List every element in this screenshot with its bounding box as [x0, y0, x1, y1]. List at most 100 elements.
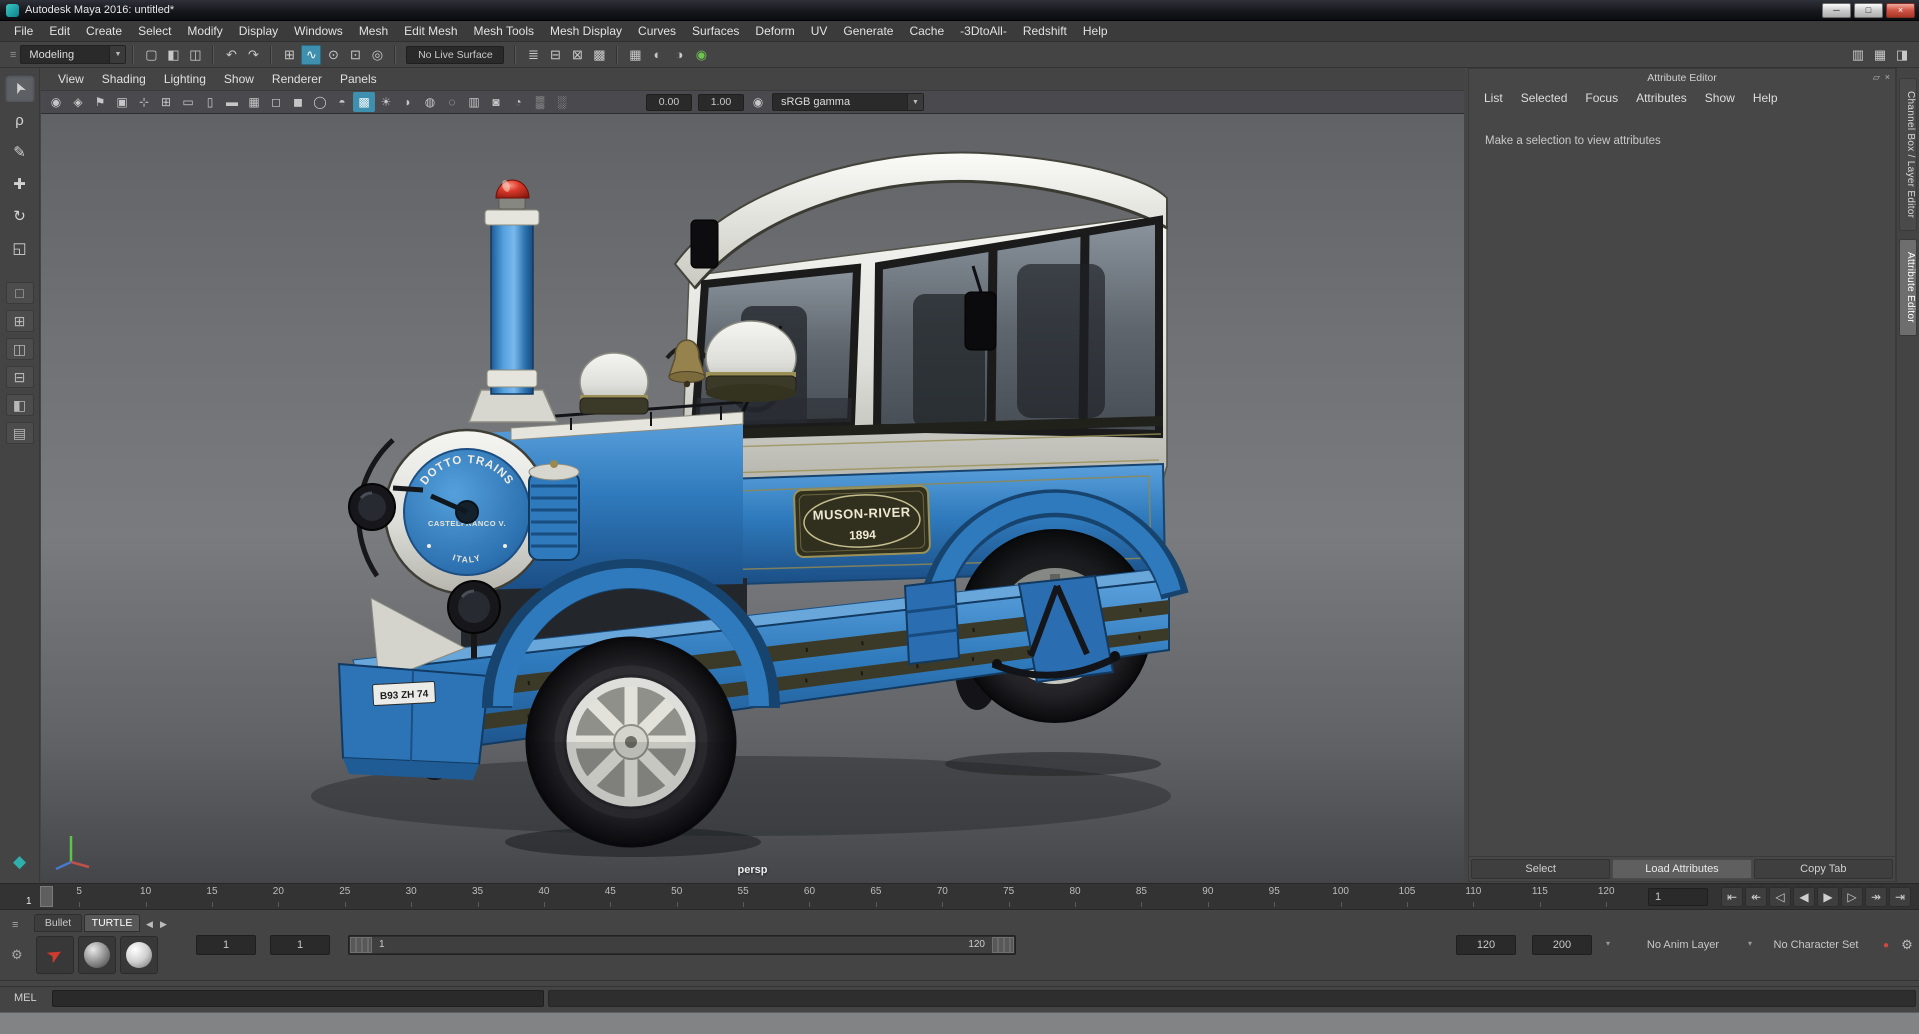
- shelf-next-icon[interactable]: ▶: [160, 919, 167, 930]
- render-view-icon[interactable]: ▦: [625, 45, 645, 65]
- character-set-select[interactable]: No Character Set: [1760, 935, 1872, 955]
- shelf-tab-turtle[interactable]: TURTLE: [84, 914, 140, 932]
- shelf-item-material-light[interactable]: [120, 936, 158, 974]
- menu-item[interactable]: Edit: [41, 21, 78, 42]
- play-forward-button[interactable]: ▷: [1841, 887, 1863, 907]
- menu-item[interactable]: Generate: [835, 21, 901, 42]
- menu-item[interactable]: Modify: [179, 21, 230, 42]
- undo-icon[interactable]: ↶: [221, 45, 241, 65]
- select-button[interactable]: Select: [1471, 859, 1611, 879]
- attribute-editor-menu-item[interactable]: Show: [1696, 91, 1744, 105]
- grab-handle-icon[interactable]: ≡: [10, 49, 16, 61]
- shelf-gear-icon[interactable]: ⚙: [11, 947, 23, 963]
- attribute-editor-menu-item[interactable]: Focus: [1576, 91, 1627, 105]
- float-panel-icon[interactable]: ▱: [1873, 72, 1880, 83]
- exposure-field[interactable]: 0.00: [646, 93, 692, 111]
- attribute-editor-menu-item[interactable]: List: [1475, 91, 1512, 105]
- command-results-field[interactable]: [548, 990, 1916, 1007]
- menu-item[interactable]: Mesh Tools: [466, 21, 542, 42]
- time-slider[interactable]: 5 10 15 20 25 30 35 40 45 50 55 60 65 70 75 80 85 90 95 100…: [0, 883, 1919, 910]
- move-tool-icon[interactable]: ✚: [5, 170, 35, 198]
- menu-item[interactable]: Display: [231, 21, 286, 42]
- ao-icon[interactable]: ◍: [419, 92, 441, 112]
- no-live-surface-field[interactable]: No Live Surface: [406, 45, 505, 64]
- shelf-item-material-dark[interactable]: [78, 936, 116, 974]
- shelf-item-bullet[interactable]: ➤: [36, 936, 74, 974]
- outputs-icon[interactable]: ⊠: [567, 45, 587, 65]
- panel-menu-item[interactable]: Shading: [93, 72, 155, 86]
- render-settings-icon[interactable]: ◑: [669, 45, 689, 65]
- save-scene-icon[interactable]: ◫: [185, 45, 205, 65]
- panel-menu-item[interactable]: View: [49, 72, 93, 86]
- anim-layer-dropdown-icon[interactable]: ▾: [1606, 939, 1610, 948]
- ipr-render-icon[interactable]: ◐: [647, 45, 667, 65]
- shaded-mode-icon[interactable]: ◓: [331, 92, 353, 112]
- menu-item[interactable]: Redshift: [1015, 21, 1075, 42]
- joint-xray-icon[interactable]: ░: [551, 92, 573, 112]
- make-live-icon[interactable]: ◎: [367, 45, 387, 65]
- step-forward-key-button[interactable]: ↠: [1865, 887, 1887, 907]
- tab-channel-box[interactable]: Channel Box / Layer Editor: [1899, 78, 1917, 232]
- menu-item[interactable]: File: [6, 21, 41, 42]
- rotate-tool-icon[interactable]: ↻: [5, 202, 35, 230]
- playback-start-field[interactable]: 1: [270, 935, 330, 955]
- layout-outliner-icon[interactable]: ◧: [5, 394, 34, 416]
- step-forward-frame-button[interactable]: ▶: [1817, 887, 1839, 907]
- menu-set-select[interactable]: Modeling ▼: [20, 45, 127, 64]
- attribute-editor-menu-item[interactable]: Help: [1744, 91, 1787, 105]
- render-current-frame-icon[interactable]: ◉: [691, 45, 711, 65]
- layout-two-stacked-icon[interactable]: ⊟: [5, 366, 34, 388]
- layout-two-side-icon[interactable]: ◫: [5, 338, 34, 360]
- isolate-select-icon[interactable]: ◔: [507, 92, 529, 112]
- safe-action-icon[interactable]: ◻: [265, 92, 287, 112]
- tab-attribute-editor[interactable]: Attribute Editor: [1899, 239, 1917, 337]
- dof-icon[interactable]: ◙: [485, 92, 507, 112]
- camera-bookmark-icon[interactable]: ⚑: [89, 92, 111, 112]
- range-slider-track[interactable]: 1 120: [348, 935, 1016, 955]
- wireframe-icon[interactable]: ◯: [309, 92, 331, 112]
- range-start-handle[interactable]: [350, 937, 372, 953]
- attribute-editor-menu-item[interactable]: Attributes: [1627, 91, 1696, 105]
- contrast-field[interactable]: 1.00: [698, 93, 744, 111]
- menu-item[interactable]: Select: [130, 21, 179, 42]
- maximize-button[interactable]: □: [1854, 2, 1883, 18]
- grid-toggle-icon[interactable]: ⊞: [155, 92, 177, 112]
- go-to-end-button[interactable]: ⇥: [1889, 887, 1911, 907]
- animation-preferences-icon[interactable]: ⚙: [1897, 935, 1917, 955]
- panel-menu-item[interactable]: Renderer: [263, 72, 331, 86]
- range-end-handle[interactable]: [992, 937, 1014, 953]
- animation-end-field[interactable]: 200: [1532, 935, 1592, 955]
- menu-item[interactable]: Help: [1075, 21, 1116, 42]
- menu-item[interactable]: Edit Mesh: [396, 21, 465, 42]
- sidebar-channel-box-toggle-icon[interactable]: ◨: [1892, 45, 1912, 65]
- step-back-frame-button[interactable]: ◀: [1793, 887, 1815, 907]
- snap-plane-icon[interactable]: ⊡: [345, 45, 365, 65]
- layout-four-pane-icon[interactable]: ⊞: [5, 310, 34, 332]
- shelf-prev-icon[interactable]: ◀: [146, 919, 153, 930]
- maya-marking-menu-icon[interactable]: ◆: [13, 852, 26, 872]
- viewport-persp[interactable]: MUSON-RIVER 1894 DOTTO TRAINS CASTELFRAN…: [41, 114, 1464, 882]
- field-chart-icon[interactable]: ▦: [243, 92, 265, 112]
- menu-item[interactable]: Mesh: [351, 21, 396, 42]
- menu-item[interactable]: -3DtoAll-: [952, 21, 1015, 42]
- menu-item[interactable]: Mesh Display: [542, 21, 630, 42]
- animation-start-field[interactable]: 1: [196, 935, 256, 955]
- lasso-tool-icon[interactable]: ρ: [5, 106, 35, 134]
- menu-item[interactable]: Cache: [901, 21, 952, 42]
- menu-item[interactable]: UV: [803, 21, 836, 42]
- shelf-menu-icon[interactable]: ≡: [12, 919, 18, 931]
- multisample-icon[interactable]: ▥: [463, 92, 485, 112]
- step-back-key-button[interactable]: ↞: [1745, 887, 1767, 907]
- auto-keyframe-icon[interactable]: ●: [1876, 935, 1896, 955]
- snap-curve-icon[interactable]: ∿: [301, 44, 322, 65]
- construction-history-icon[interactable]: ≣: [523, 45, 543, 65]
- menu-item[interactable]: Create: [78, 21, 130, 42]
- shadows-icon[interactable]: ◗: [397, 92, 419, 112]
- new-scene-icon[interactable]: ▢: [141, 45, 161, 65]
- character-set-dropdown-icon[interactable]: ▾: [1748, 939, 1752, 948]
- panel-menu-item[interactable]: Show: [215, 72, 263, 86]
- gate-mask-icon[interactable]: ▬: [221, 92, 243, 112]
- play-backwards-button[interactable]: ◁: [1769, 887, 1791, 907]
- history-toggle-icon[interactable]: ▩: [589, 45, 609, 65]
- camera-select-icon[interactable]: ◉: [45, 92, 67, 112]
